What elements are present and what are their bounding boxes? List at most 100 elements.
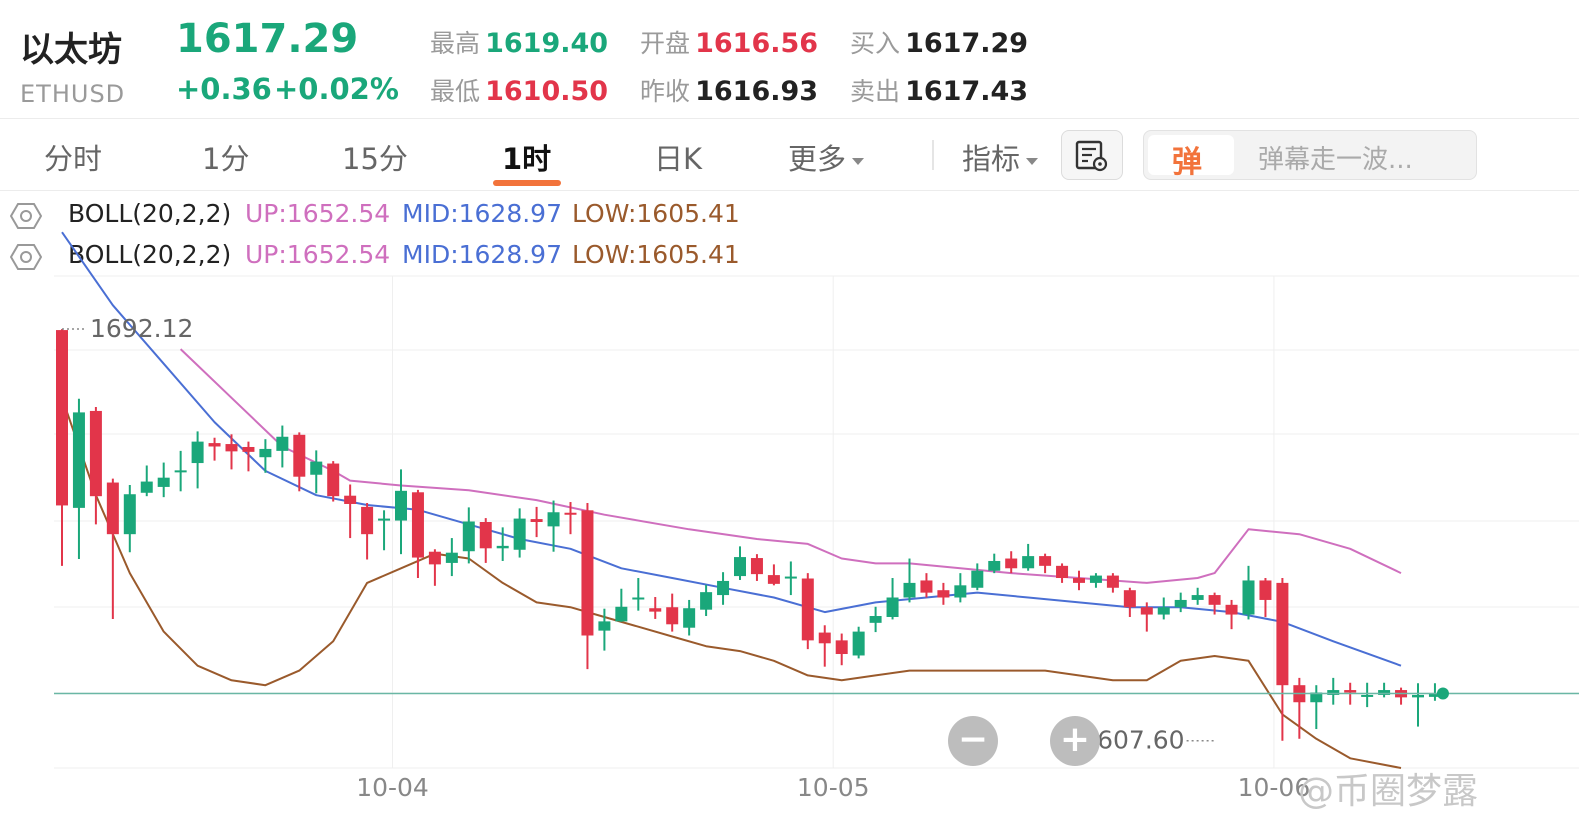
candle-body — [852, 631, 865, 656]
x-tick-label: 10-04 — [356, 773, 429, 802]
candle-body — [547, 512, 560, 527]
candle-body — [378, 518, 391, 521]
candle-body — [869, 616, 882, 623]
candle-body — [1056, 565, 1069, 579]
candle-body — [140, 481, 153, 493]
x-axis: 10-04 10-05 10-06 — [356, 773, 1310, 802]
candle — [666, 593, 679, 632]
zoom-out-button[interactable]: − — [948, 716, 998, 766]
candle — [445, 538, 458, 577]
candle-body — [174, 470, 187, 473]
candle-body — [259, 448, 272, 458]
candle — [1310, 685, 1323, 730]
candle — [750, 554, 763, 581]
candle — [157, 462, 170, 498]
candle-body — [513, 518, 526, 550]
boll-up-line — [179, 348, 1402, 584]
candle — [615, 588, 628, 622]
candle — [106, 478, 119, 619]
candle-body — [615, 606, 628, 622]
candle-body — [1140, 607, 1153, 615]
candle — [1327, 677, 1340, 705]
candle — [1361, 682, 1374, 708]
candle-body — [276, 436, 289, 451]
candle-body — [1106, 575, 1119, 588]
candle-body — [1157, 607, 1170, 615]
candle — [581, 503, 594, 670]
candle — [971, 563, 984, 591]
zoom-in-button[interactable]: + — [1050, 716, 1100, 766]
candle — [700, 584, 713, 617]
candle — [208, 437, 221, 461]
candle — [1259, 578, 1272, 617]
candle-body — [344, 495, 357, 504]
candle-body — [479, 522, 492, 549]
candle — [903, 558, 916, 603]
candle-body — [1344, 690, 1357, 693]
candle — [513, 508, 526, 558]
candle — [767, 564, 780, 586]
candle — [344, 484, 357, 539]
candle-body — [1208, 595, 1221, 605]
candle — [72, 398, 85, 560]
candle-body — [937, 590, 950, 598]
candle-body — [445, 552, 458, 563]
candle-body — [734, 557, 746, 577]
candle-body — [683, 608, 696, 628]
candle — [140, 465, 153, 497]
candle-body — [1073, 578, 1085, 583]
candle-body — [767, 575, 780, 584]
candle-body — [1022, 556, 1035, 569]
candle — [225, 434, 238, 470]
candle-body — [700, 592, 713, 610]
candle-body — [1361, 694, 1374, 697]
candles — [56, 329, 1441, 741]
candle-body — [89, 410, 102, 497]
candle-body — [1174, 599, 1187, 608]
candle-body — [1089, 575, 1102, 583]
candle — [869, 606, 882, 633]
candle-body — [818, 632, 831, 644]
candle — [1005, 551, 1018, 574]
live-price-dot — [1436, 687, 1449, 700]
candle-body — [56, 330, 68, 506]
candle — [784, 561, 797, 596]
candle — [174, 450, 187, 492]
candle — [683, 599, 696, 636]
candle-body — [106, 482, 119, 535]
candle — [954, 573, 967, 603]
candle-body — [72, 412, 85, 508]
boll-lines — [61, 231, 1402, 769]
x-tick-label: 10-05 — [797, 773, 870, 802]
candle — [988, 553, 1001, 574]
candle-body — [564, 512, 577, 515]
candle-body — [598, 621, 611, 631]
candle-body — [123, 494, 136, 535]
candle — [734, 546, 746, 580]
candle-body — [208, 443, 221, 447]
candle-body — [242, 446, 255, 452]
candle — [361, 503, 374, 560]
candle — [1089, 573, 1102, 588]
candle-body — [1191, 595, 1204, 600]
candle — [56, 329, 68, 566]
candle-body — [750, 558, 763, 575]
candle — [632, 578, 645, 611]
candle — [1022, 543, 1035, 571]
candle — [1056, 563, 1069, 583]
candle — [1242, 565, 1255, 620]
candle-body — [903, 582, 916, 598]
candlestick-chart[interactable]: 1692.121607.60 10-04 10-05 10-06 — [0, 0, 1579, 828]
candle-body — [530, 519, 543, 522]
candle-body — [327, 463, 340, 497]
candle — [1039, 553, 1052, 574]
candle-body — [1005, 558, 1018, 569]
candle-body — [784, 576, 797, 579]
candle-body — [293, 434, 306, 477]
candle-body — [428, 551, 441, 565]
candle — [310, 450, 323, 494]
max-price-label: 1692.12 — [90, 314, 193, 343]
candle — [123, 484, 136, 553]
candle-body — [632, 597, 645, 600]
candle — [327, 461, 340, 502]
